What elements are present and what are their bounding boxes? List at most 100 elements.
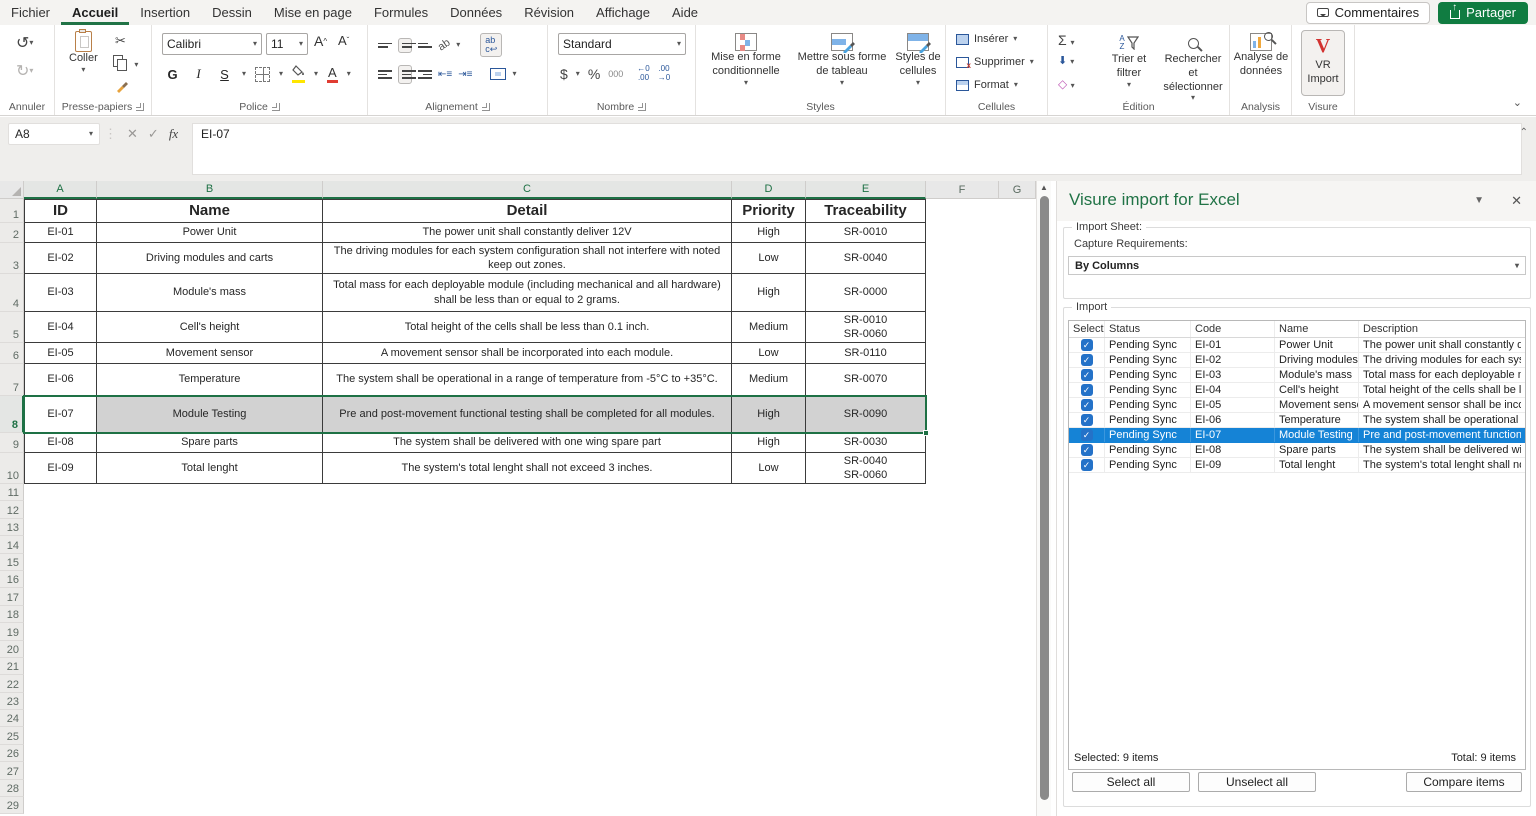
increase-decimal-button[interactable]: ←0.00 — [637, 65, 649, 83]
cell-name-EI-01[interactable]: Power Unit — [97, 223, 323, 243]
import-row-EI-07[interactable]: ✓Pending SyncEI-07Module TestingPre and … — [1069, 428, 1525, 443]
ribbon-tab-aide[interactable]: Aide — [661, 1, 709, 25]
ribbon-tab-insertion[interactable]: Insertion — [129, 1, 201, 25]
decrease-decimal-button[interactable]: .00→0 — [658, 65, 670, 83]
import-row-EI-03[interactable]: ✓Pending SyncEI-03Module's massTotal mas… — [1069, 368, 1525, 383]
cell-name-EI-09[interactable]: Total lenght — [97, 453, 323, 484]
panel-close-icon[interactable]: ✕ — [1511, 193, 1522, 209]
paste-button[interactable]: Coller ▾ — [69, 31, 98, 74]
row-header-9[interactable]: 9 — [0, 433, 24, 453]
column-header-F[interactable]: F — [926, 181, 999, 199]
format-painter-button[interactable] — [115, 79, 129, 96]
clear-button[interactable]: ◇ ▾ — [1058, 77, 1075, 91]
cell-name-EI-06[interactable]: Temperature — [97, 364, 323, 396]
import-col-status[interactable]: Status — [1105, 321, 1191, 337]
ribbon-tab-révision[interactable]: Révision — [513, 1, 585, 25]
checkbox-checked-icon[interactable]: ✓ — [1081, 459, 1093, 471]
cell-priority-EI-03[interactable]: High — [732, 274, 806, 312]
cell-priority-EI-07[interactable]: High — [732, 396, 806, 433]
align-top-icon[interactable] — [378, 41, 392, 50]
row-header-5[interactable]: 5 — [0, 312, 24, 343]
row-header-14[interactable]: 14 — [0, 536, 24, 553]
row-header-19[interactable]: 19 — [0, 623, 24, 640]
row-header-24[interactable]: 24 — [0, 710, 24, 727]
fx-icon[interactable]: fx — [169, 126, 178, 142]
row-header-6[interactable]: 6 — [0, 343, 24, 364]
conditional-formatting-button[interactable]: Mise en forme conditionnelle ▾ — [702, 33, 790, 87]
cell-id-EI-07[interactable]: EI-07 — [24, 396, 97, 433]
borders-button[interactable] — [255, 67, 270, 82]
cell-priority-EI-06[interactable]: Medium — [732, 364, 806, 396]
import-checkbox-EI-02[interactable]: ✓ — [1069, 353, 1105, 367]
number-format-combo[interactable]: Standard▾ — [558, 33, 686, 55]
cell-name-EI-05[interactable]: Movement sensor — [97, 343, 323, 364]
align-center-icon[interactable] — [398, 65, 412, 84]
percent-button[interactable]: % — [588, 66, 600, 82]
import-row-EI-05[interactable]: ✓Pending SyncEI-05Movement sensorA movem… — [1069, 398, 1525, 413]
row-header-25[interactable]: 25 — [0, 727, 24, 744]
checkbox-checked-icon[interactable]: ✓ — [1081, 414, 1093, 426]
column-header-A[interactable]: A — [24, 181, 97, 199]
checkbox-checked-icon[interactable]: ✓ — [1081, 399, 1093, 411]
cell-detail-EI-05[interactable]: A movement sensor shall be incorporated … — [323, 343, 732, 364]
checkbox-checked-icon[interactable]: ✓ — [1081, 369, 1093, 381]
vr-import-button[interactable]: V VR Import — [1301, 30, 1345, 96]
row-header-10[interactable]: 10 — [0, 453, 24, 484]
align-right-icon[interactable] — [418, 68, 432, 81]
currency-button[interactable]: $ — [560, 66, 568, 82]
align-bottom-icon[interactable] — [418, 41, 432, 50]
cell-name-EI-08[interactable]: Spare parts — [97, 433, 323, 453]
cell-trace-EI-01[interactable]: SR-0010 — [806, 223, 926, 243]
import-checkbox-EI-06[interactable]: ✓ — [1069, 413, 1105, 427]
row-header-28[interactable]: 28 — [0, 780, 24, 797]
collapse-ribbon-icon[interactable]: ⌄ — [1513, 96, 1522, 109]
import-checkbox-EI-09[interactable]: ✓ — [1069, 458, 1105, 472]
cell-trace-EI-03[interactable]: SR-0000 — [806, 274, 926, 312]
cell-detail-EI-08[interactable]: The system shall be delivered with one w… — [323, 433, 732, 453]
alignment-dialog-launcher-icon[interactable] — [482, 103, 490, 111]
import-checkbox-EI-08[interactable]: ✓ — [1069, 443, 1105, 457]
row-header-18[interactable]: 18 — [0, 606, 24, 623]
compare-items-button[interactable]: Compare items — [1406, 772, 1522, 792]
import-row-EI-06[interactable]: ✓Pending SyncEI-06TemperatureThe system … — [1069, 413, 1525, 428]
insert-cells-button[interactable]: Insérer▾ — [956, 33, 1017, 45]
cell-priority-EI-01[interactable]: High — [732, 223, 806, 243]
import-checkbox-EI-04[interactable]: ✓ — [1069, 383, 1105, 397]
cell-name-EI-03[interactable]: Module's mass — [97, 274, 323, 312]
table-header-traceability[interactable]: Traceability — [806, 199, 926, 223]
column-header-E[interactable]: E — [806, 181, 926, 199]
cell-priority-EI-02[interactable]: Low — [732, 243, 806, 274]
checkbox-checked-icon[interactable]: ✓ — [1081, 429, 1093, 441]
unselect-all-button[interactable]: Unselect all — [1198, 772, 1316, 792]
row-header-20[interactable]: 20 — [0, 641, 24, 658]
panel-menu-icon[interactable]: ▼ — [1474, 195, 1484, 206]
import-row-EI-08[interactable]: ✓Pending SyncEI-08Spare partsThe system … — [1069, 443, 1525, 458]
row-header-12[interactable]: 12 — [0, 501, 24, 518]
currency-dropdown-icon[interactable]: ▾ — [576, 70, 580, 78]
cell-id-EI-06[interactable]: EI-06 — [24, 364, 97, 396]
scroll-up-icon[interactable]: ▲ — [1040, 183, 1048, 192]
fill-color-button[interactable] — [292, 65, 305, 83]
underline-dropdown-icon[interactable]: ▾ — [242, 70, 246, 78]
column-header-D[interactable]: D — [732, 181, 806, 199]
import-row-EI-01[interactable]: ✓Pending SyncEI-01Power UnitThe power un… — [1069, 338, 1525, 353]
import-col-selected[interactable]: Selected — [1069, 321, 1105, 337]
orientation-button[interactable]: ab — [436, 37, 453, 54]
autosum-button[interactable]: Σ ▾ — [1058, 32, 1075, 48]
formula-bar-collapse-icon[interactable]: ⌃ — [1520, 127, 1528, 138]
cell-id-EI-09[interactable]: EI-09 — [24, 453, 97, 484]
decrease-indent-icon[interactable]: ⇤≡ — [438, 69, 452, 80]
row-header-7[interactable]: 7 — [0, 364, 24, 396]
import-row-EI-04[interactable]: ✓Pending SyncEI-04Cell's heightTotal hei… — [1069, 383, 1525, 398]
underline-button[interactable]: S — [216, 67, 233, 82]
import-col-code[interactable]: Code — [1191, 321, 1275, 337]
column-header-C[interactable]: C — [323, 181, 732, 199]
row-header-3[interactable]: 3 — [0, 243, 24, 274]
select-all-corner[interactable] — [0, 181, 24, 199]
cancel-icon[interactable]: ✕ — [127, 126, 138, 142]
column-header-G[interactable]: G — [999, 181, 1036, 199]
ribbon-tab-fichier[interactable]: Fichier — [0, 1, 61, 25]
cell-priority-EI-05[interactable]: Low — [732, 343, 806, 364]
import-checkbox-EI-03[interactable]: ✓ — [1069, 368, 1105, 382]
row-header-13[interactable]: 13 — [0, 519, 24, 536]
